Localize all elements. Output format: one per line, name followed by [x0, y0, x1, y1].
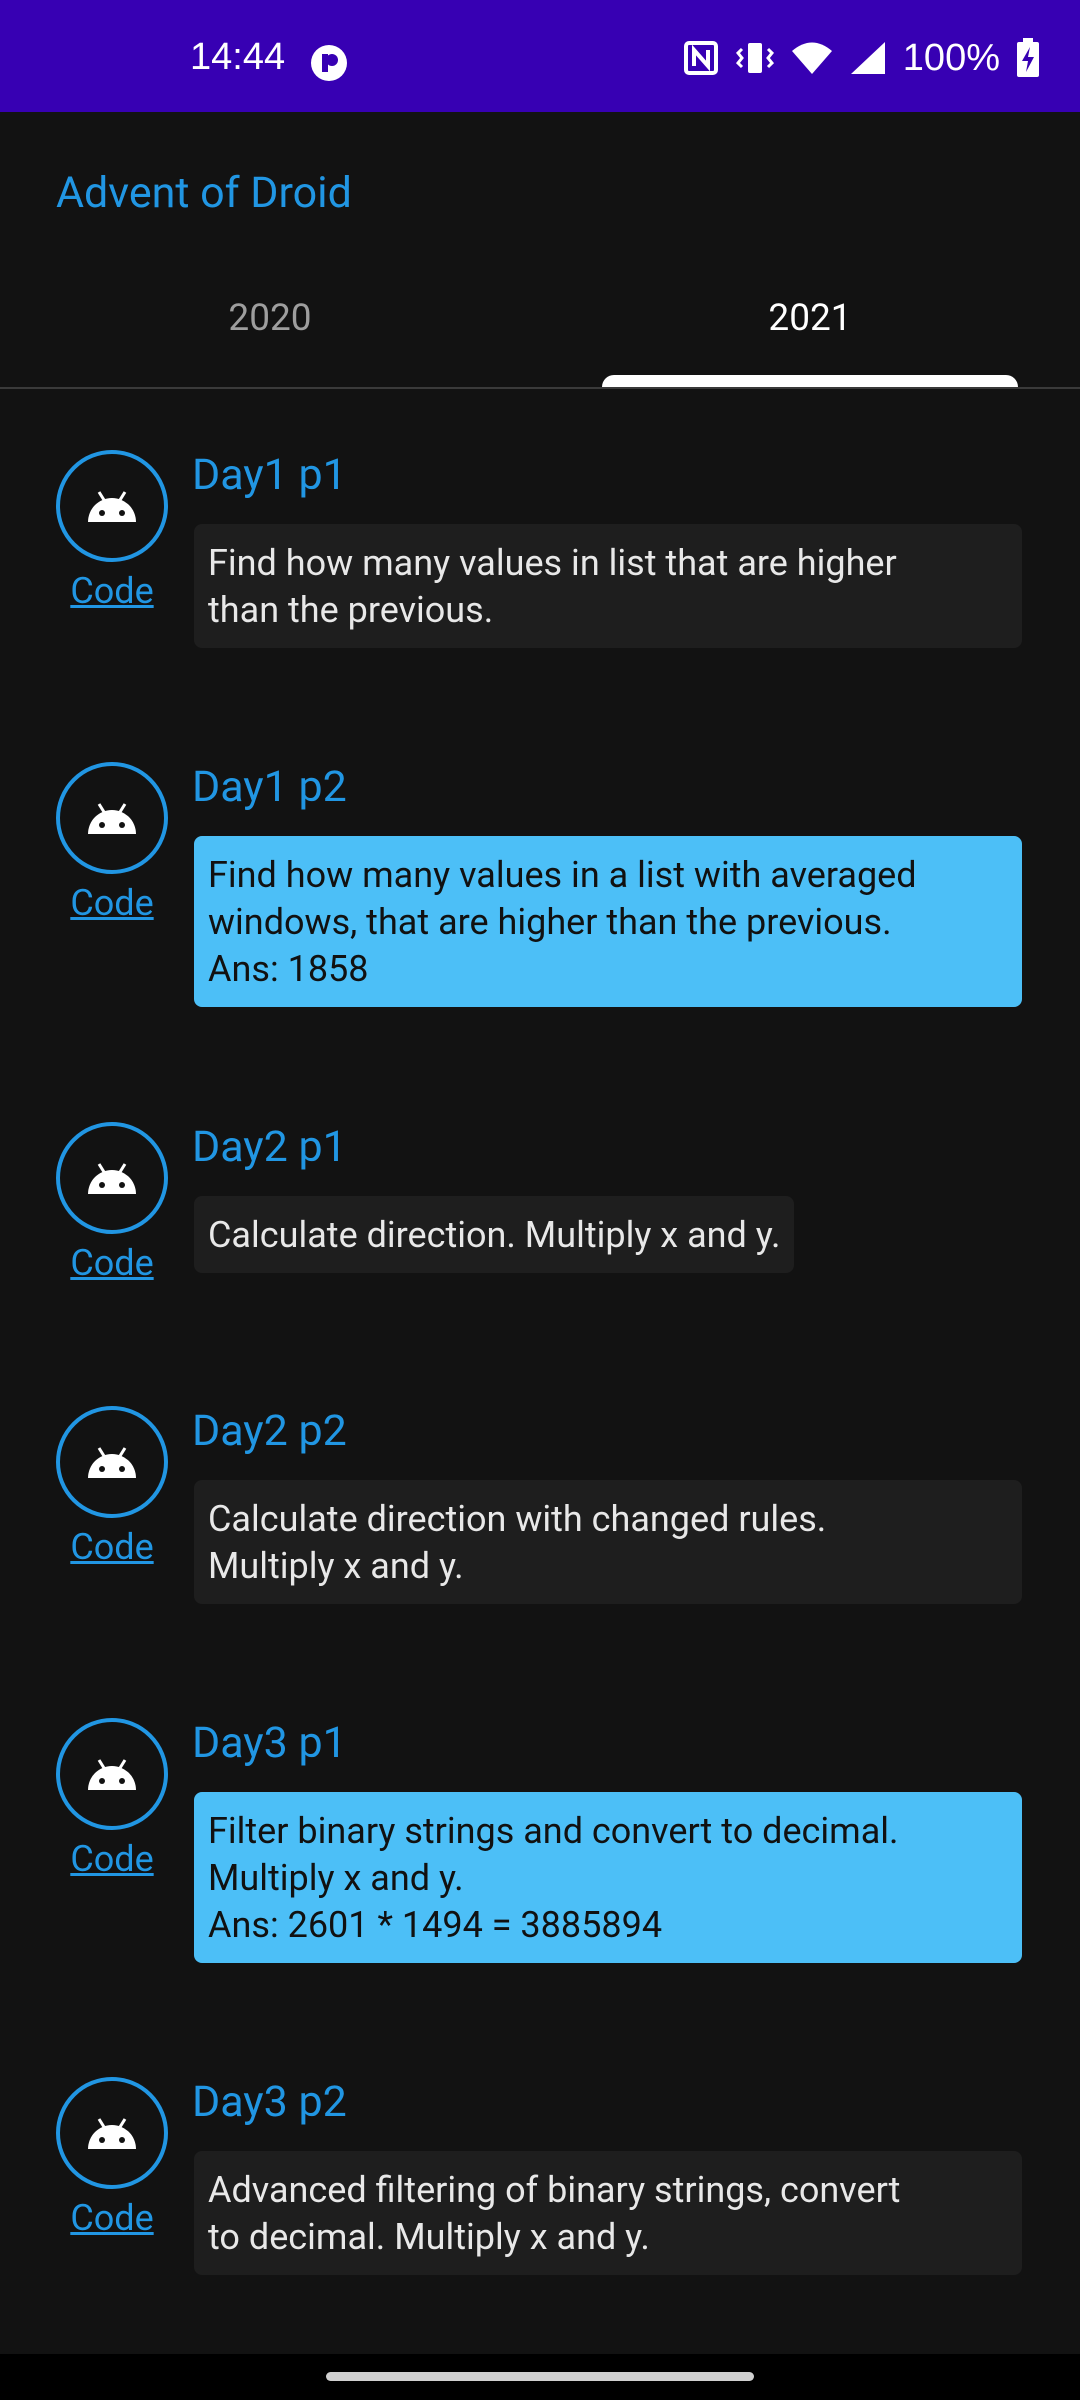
description-line: Advanced filtering of binary strings, co… — [208, 2169, 901, 2211]
description-line: Find how many values in a list with aver… — [208, 854, 917, 896]
item-description: Find how many values in list that are hi… — [194, 524, 1022, 648]
item-title[interactable]: Day1 p1 — [192, 454, 347, 497]
android-icon — [88, 1759, 136, 1790]
item-title[interactable]: Day2 p2 — [192, 1410, 347, 1453]
code-link[interactable]: Code — [56, 882, 168, 925]
app-title: Advent of Droid — [56, 168, 352, 218]
android-avatar — [56, 450, 168, 562]
android-icon — [88, 803, 136, 834]
code-link[interactable]: Code — [56, 1838, 168, 1881]
item-title[interactable]: Day1 p2 — [192, 766, 347, 809]
tab-2020[interactable]: 2020 — [0, 300, 540, 337]
item-title[interactable]: Day3 p2 — [192, 2081, 347, 2124]
description-line: Multiply x and y. — [208, 1545, 464, 1587]
android-icon — [88, 1163, 136, 1194]
item-description: Advanced filtering of binary strings, co… — [194, 2151, 1022, 2275]
item-description: Calculate direction. Multiply x and y. — [194, 1196, 795, 1273]
android-avatar — [56, 1406, 168, 1518]
code-link[interactable]: Code — [56, 1526, 168, 1569]
status-bar: 14:44 100% — [0, 0, 1080, 112]
item-title[interactable]: Day2 p1 — [192, 1126, 347, 1169]
tab-2021[interactable]: 2021 — [540, 300, 1080, 337]
code-link[interactable]: Code — [56, 570, 168, 613]
description-line: Multiply x and y. — [208, 1857, 464, 1899]
vibrate-icon — [735, 43, 774, 73]
item-description: Filter binary strings and convert to dec… — [194, 1792, 1022, 1963]
description-line: windows, that are higher than the previo… — [208, 901, 892, 943]
code-link[interactable]: Code — [56, 2197, 168, 2240]
code-link[interactable]: Code — [56, 1242, 168, 1285]
item-description: Find how many values in a list with aver… — [194, 836, 1022, 1007]
wifi-icon — [791, 42, 832, 74]
description-line: Find how many values in list that are hi… — [208, 542, 897, 584]
battery-charging-icon — [1017, 38, 1039, 77]
cell-signal-icon — [850, 42, 885, 74]
android-icon — [88, 491, 136, 522]
battery-percent: 100% — [902, 37, 1000, 79]
android-icon — [88, 1447, 136, 1478]
year-tabs: 2020 2021 — [0, 280, 1080, 390]
android-avatar — [56, 1718, 168, 1830]
description-line: Calculate direction with changed rules. — [208, 1498, 827, 1540]
description-line: Calculate direction. Multiply x and y. — [208, 1214, 781, 1256]
screen-record-icon — [311, 45, 347, 81]
description-line: Ans: 1858 — [208, 948, 369, 990]
description-line: Ans: 2601 * 1494 = 3885894 — [208, 1904, 663, 1946]
android-avatar — [56, 2077, 168, 2189]
android-icon — [88, 2118, 136, 2149]
android-avatar — [56, 1122, 168, 1234]
status-time: 14:44 — [190, 36, 286, 78]
description-line: Filter binary strings and convert to dec… — [208, 1810, 899, 1852]
description-line: to decimal. Multiply x and y. — [208, 2216, 650, 2258]
item-description: Calculate direction with changed rules. M… — [194, 1480, 1022, 1604]
tab-divider — [0, 387, 1080, 389]
item-title[interactable]: Day3 p1 — [192, 1722, 347, 1765]
home-gesture-pill[interactable] — [326, 2372, 754, 2381]
nfc-icon — [683, 41, 718, 75]
android-avatar — [56, 762, 168, 874]
system-nav-bar — [0, 2354, 1080, 2400]
description-line: than the previous. — [208, 589, 494, 631]
status-icons: 100% — [683, 38, 1040, 78]
